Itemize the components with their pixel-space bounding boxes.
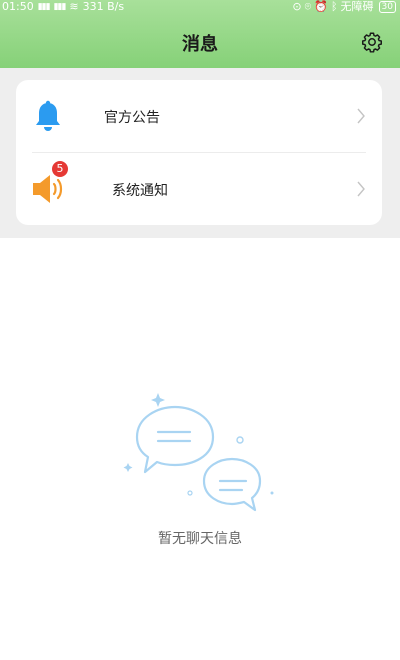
signal-icon: ▮▮▮ (37, 2, 51, 12)
chevron-right-icon (357, 108, 365, 124)
empty-state-text: 暂无聊天信息 (158, 531, 242, 547)
empty-chat-illustration (123, 393, 274, 512)
message-category-card: 官方公告 5 系统通知 (16, 80, 382, 225)
alarm-icon: ⏰ (314, 0, 328, 13)
accessibility-label: 无障碍 (340, 0, 374, 13)
list-item-official-announcement[interactable]: 官方公告 (16, 80, 382, 152)
signal-icon-2: ▮▮▮ (53, 2, 67, 12)
wifi-icon: ≋ (69, 0, 79, 13)
network-speed: 331 B/s (82, 0, 125, 13)
gear-icon (362, 32, 382, 53)
status-bar: 01:50 ▮▮▮ ▮▮▮ ≋ 331 B/s ⊙ ⌾ ⏰ ᛒ 无障碍 30 (0, 0, 400, 16)
row-label: 官方公告 (104, 110, 160, 126)
bottom-nav-partial (0, 650, 400, 660)
row-label: 系统通知 (112, 183, 168, 199)
page-title: 消息 (182, 34, 218, 55)
list-item-system-notification[interactable]: 5 系统通知 (16, 153, 382, 225)
battery-icon: 30 (378, 1, 396, 13)
settings-button[interactable] (360, 30, 384, 54)
status-time: 01:50 (2, 0, 34, 13)
bell-icon (36, 100, 60, 131)
bluetooth-icon: ᛒ (330, 0, 338, 13)
unread-badge: 5 (52, 161, 68, 177)
lock-rotation-icon: ⊙ (292, 0, 302, 13)
location-icon: ⌾ (304, 0, 312, 13)
header-bar: 01:50 ▮▮▮ ▮▮▮ ≋ 331 B/s ⊙ ⌾ ⏰ ᛒ 无障碍 30 消… (0, 0, 400, 68)
chevron-right-icon (357, 181, 365, 197)
